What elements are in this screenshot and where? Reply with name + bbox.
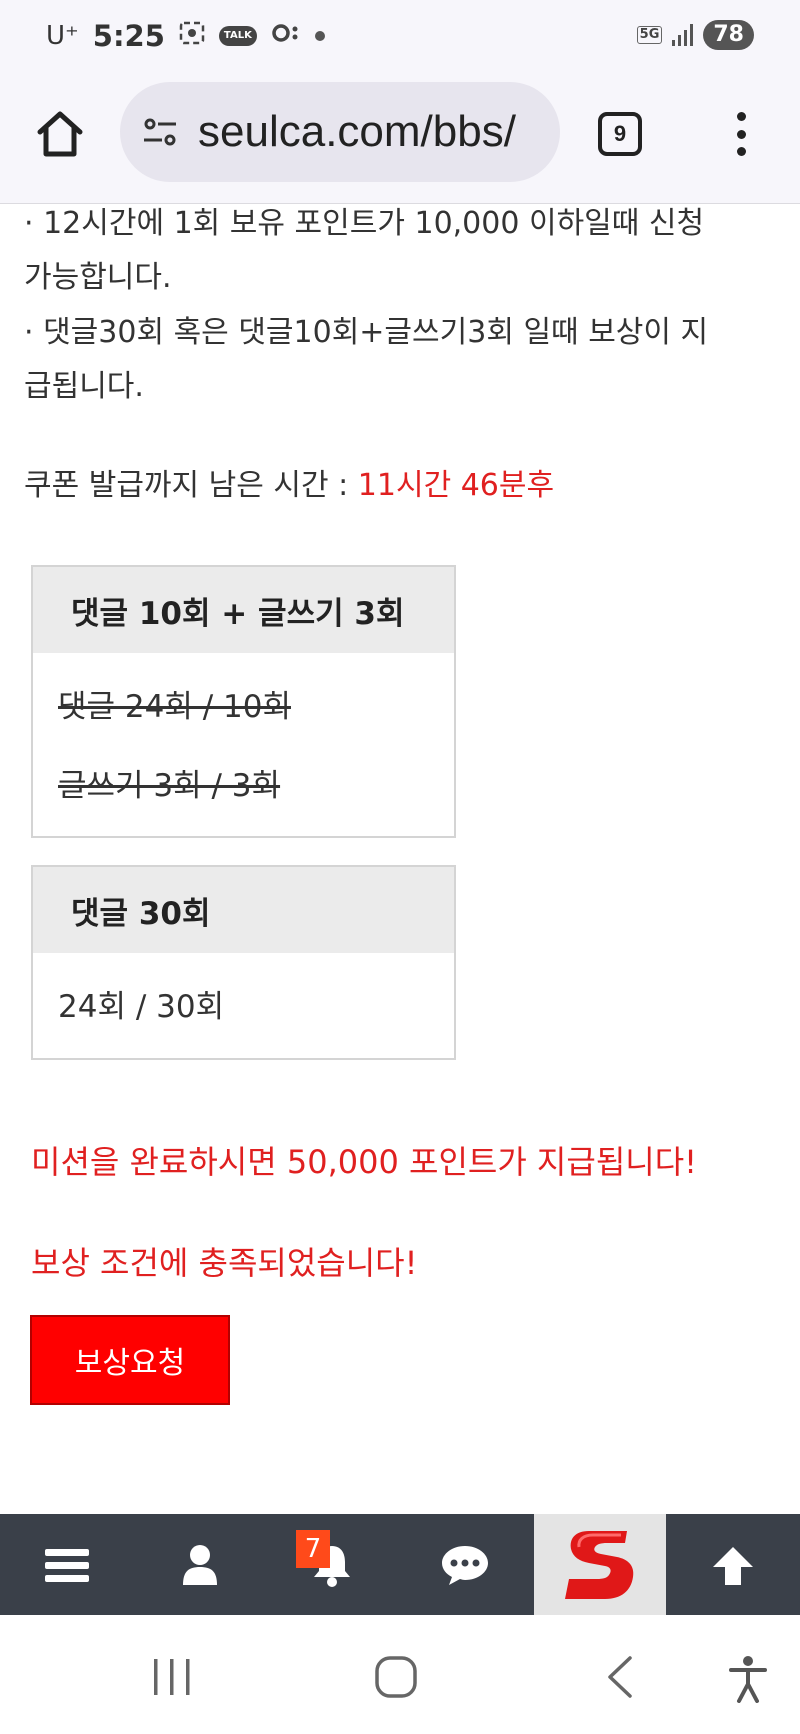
home-nav-button[interactable]: [374, 1655, 418, 1699]
nav-profile-button[interactable]: [155, 1514, 245, 1615]
signal-icon: [672, 24, 694, 46]
recents-icon: [154, 1659, 190, 1695]
recent-apps-button[interactable]: [150, 1657, 194, 1697]
menu-dot-icon: [736, 112, 746, 121]
browser-menu-button[interactable]: [726, 108, 756, 160]
network-type-icon: 5G: [636, 26, 663, 44]
mission-comments-progress: 댓글 24회 / 10회: [58, 689, 291, 725]
reward-request-button[interactable]: 보상요청: [30, 1315, 230, 1405]
url-text[interactable]: seulca.com/bbs/: [198, 107, 516, 157]
browser-toolbar: seulca.com/bbs/ 9: [0, 72, 800, 204]
carrier-label: U⁺: [46, 21, 79, 51]
mission-comments-count: 24회 / 30회: [58, 989, 225, 1025]
battery-indicator: 78: [703, 20, 754, 50]
arrow-up-icon: [713, 1546, 753, 1585]
mission-posts-progress: 글쓰기 3회 / 3회: [58, 768, 281, 804]
mission-combo-card: 댓글 10회 + 글쓰기 3회 댓글 24회 / 10회 글쓰기 3회 / 3회: [31, 565, 456, 838]
talk-notification-icon: TALK: [218, 26, 257, 46]
accessibility-button[interactable]: [728, 1655, 768, 1703]
rule-text-1: · 12시간에 1회 보유 포인트가 10,000 이하일때 신청: [24, 206, 705, 241]
status-left: U⁺ 5:25 TALK: [46, 18, 325, 54]
rule-text-2: 가능합니다.: [24, 260, 172, 295]
more-notifications-dot: [314, 31, 325, 41]
accessibility-icon: [729, 1656, 767, 1703]
timer-label: 쿠폰 발급까지 남은 시간 :: [24, 468, 358, 503]
nav-menu-button[interactable]: [22, 1514, 112, 1615]
mission-comments-title: 댓글 30회: [33, 867, 454, 953]
status-right: 5G 78: [636, 20, 754, 50]
site-settings-icon[interactable]: [142, 114, 178, 150]
home-circle-icon: [375, 1656, 417, 1698]
reward-info-text: 미션을 완료하시면 50,000 포인트가 지급됩니다!: [31, 1143, 697, 1181]
nav-scroll-top-button[interactable]: [688, 1514, 778, 1615]
menu-dot-icon: [736, 147, 746, 156]
timer-remaining: 11시간 46분후: [357, 468, 555, 503]
chat-bubble-icon: [442, 1545, 488, 1585]
hamburger-icon: [45, 1548, 89, 1582]
menu-dot-icon: [736, 129, 746, 139]
back-nav-button[interactable]: [604, 1655, 636, 1699]
address-bar[interactable]: seulca.com/bbs/: [120, 82, 560, 182]
notification-icon: [271, 21, 301, 51]
nav-chat-button[interactable]: [420, 1514, 510, 1615]
site-bottom-nav: 7: [0, 1514, 800, 1615]
back-chevron-icon: [608, 1656, 632, 1698]
home-icon: [37, 111, 83, 157]
mission-combo-title: 댓글 10회 + 글쓰기 3회: [33, 567, 454, 653]
site-logo-s-icon: [565, 1530, 634, 1599]
screenshot-icon: [179, 21, 205, 51]
mission-comments-card: 댓글 30회 24회 / 30회: [31, 865, 456, 1060]
tab-switcher-button[interactable]: 9: [598, 112, 642, 156]
site-logo-button[interactable]: [534, 1514, 666, 1615]
clock: 5:25: [92, 19, 165, 53]
home-button[interactable]: [34, 108, 86, 160]
condition-met-text: 보상 조건에 충족되었습니다!: [31, 1244, 418, 1282]
status-bar: U⁺ 5:25 TALK 5G 78: [0, 0, 800, 72]
notification-count-badge: 7: [296, 1530, 330, 1568]
user-icon: [183, 1544, 217, 1585]
rule-text-4: 급됩니다.: [24, 369, 144, 404]
coupon-timer: 쿠폰 발급까지 남은 시간 : 11시간 46분후: [24, 460, 554, 504]
rule-text-3: · 댓글30회 혹은 댓글10회+글쓰기3회 일때 보상이 지: [24, 315, 709, 350]
system-nav-bar: [0, 1615, 800, 1734]
